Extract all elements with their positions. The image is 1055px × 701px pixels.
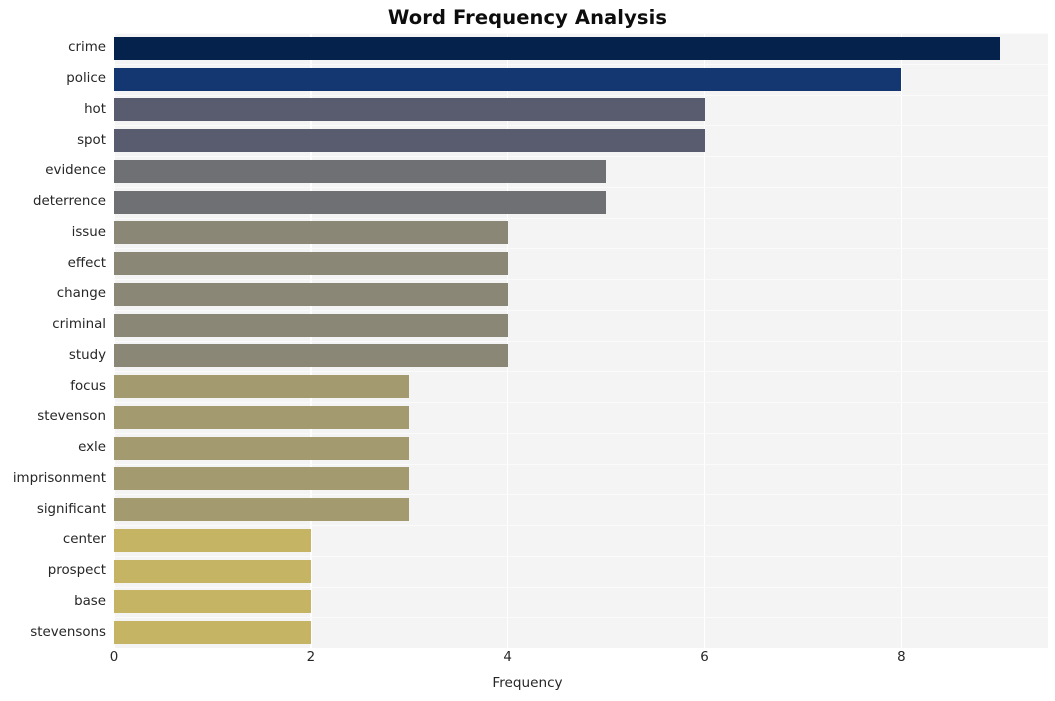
y-tick-stevenson: stevenson [37, 409, 106, 425]
y-tick-prospect: prospect [47, 563, 106, 579]
bar-deterrence[interactable] [114, 190, 607, 214]
x-axis-tick-labels: 0 2 4 6 8 [0, 650, 1055, 674]
bar-effect[interactable] [114, 252, 508, 276]
gridline-horizontal [114, 217, 1048, 219]
x-tick-2: 2 [306, 650, 316, 665]
y-tick-center: center [62, 532, 106, 548]
x-axis-title: Frequency [492, 675, 563, 691]
gridline-horizontal [114, 494, 1048, 496]
gridline-horizontal [114, 586, 1048, 588]
gridline-horizontal [114, 525, 1048, 527]
gridline-horizontal [114, 340, 1048, 342]
bar-evidence[interactable] [114, 159, 607, 183]
y-tick-exle: exle [78, 440, 106, 456]
gridline-horizontal [114, 125, 1048, 127]
y-tick-focus: focus [70, 378, 106, 394]
bar-focus[interactable] [114, 375, 410, 399]
plot-area [114, 33, 1048, 648]
y-tick-stevensons: stevensons [30, 624, 106, 640]
gridline-horizontal [114, 617, 1048, 619]
y-tick-change: change [56, 286, 106, 302]
gridline-horizontal [114, 371, 1048, 373]
gridline-horizontal [114, 463, 1048, 465]
y-tick-base: base [74, 593, 106, 609]
gridline-horizontal [114, 33, 1048, 35]
y-tick-crime: crime [68, 40, 106, 56]
bar-change[interactable] [114, 282, 508, 306]
gridline-horizontal [114, 279, 1048, 281]
bar-study[interactable] [114, 344, 508, 368]
y-tick-effect: effect [67, 255, 106, 271]
gridline-horizontal [114, 156, 1048, 158]
y-tick-police: police [66, 71, 106, 87]
bar-hot[interactable] [114, 98, 705, 122]
bar-stevensons[interactable] [114, 621, 311, 645]
gridline-horizontal [114, 432, 1048, 434]
y-tick-deterrence: deterrence [32, 194, 106, 210]
bar-base[interactable] [114, 590, 311, 614]
chart-title: Word Frequency Analysis [387, 6, 668, 29]
gridline-horizontal [114, 63, 1048, 65]
gridline-horizontal [114, 309, 1048, 311]
bar-imprisonment[interactable] [114, 467, 410, 491]
bar-stevenson[interactable] [114, 405, 410, 429]
gridline-horizontal [114, 555, 1048, 557]
bar-issue[interactable] [114, 221, 508, 245]
gridline-horizontal [114, 186, 1048, 188]
gridline-horizontal [114, 248, 1048, 250]
bar-police[interactable] [114, 67, 902, 91]
gridline-horizontal [114, 402, 1048, 404]
bar-exle[interactable] [114, 436, 410, 460]
bar-prospect[interactable] [114, 559, 311, 583]
y-tick-evidence: evidence [45, 163, 106, 179]
x-tick-6: 6 [700, 650, 709, 665]
y-tick-issue: issue [71, 224, 106, 240]
bar-spot[interactable] [114, 129, 705, 153]
y-tick-significant: significant [36, 501, 106, 517]
y-tick-hot: hot [84, 101, 106, 117]
x-tick-4: 4 [503, 650, 512, 665]
y-tick-imprisonment: imprisonment [12, 470, 106, 486]
gridline-horizontal [114, 94, 1048, 96]
x-tick-8: 8 [897, 650, 906, 665]
x-tick-0: 0 [109, 650, 119, 665]
bar-criminal[interactable] [114, 313, 508, 337]
word-frequency-chart-figure: Word Frequency Analysis crime police hot sp… [0, 0, 1055, 701]
y-axis-tick-labels: crime police hot spot evidence deterrence issu… [0, 33, 106, 648]
y-tick-criminal: criminal [52, 317, 106, 333]
bar-significant[interactable] [114, 498, 410, 522]
bar-crime[interactable] [114, 36, 1000, 60]
bar-center[interactable] [114, 528, 311, 552]
y-tick-study: study [68, 347, 106, 363]
y-tick-spot: spot [77, 132, 106, 148]
